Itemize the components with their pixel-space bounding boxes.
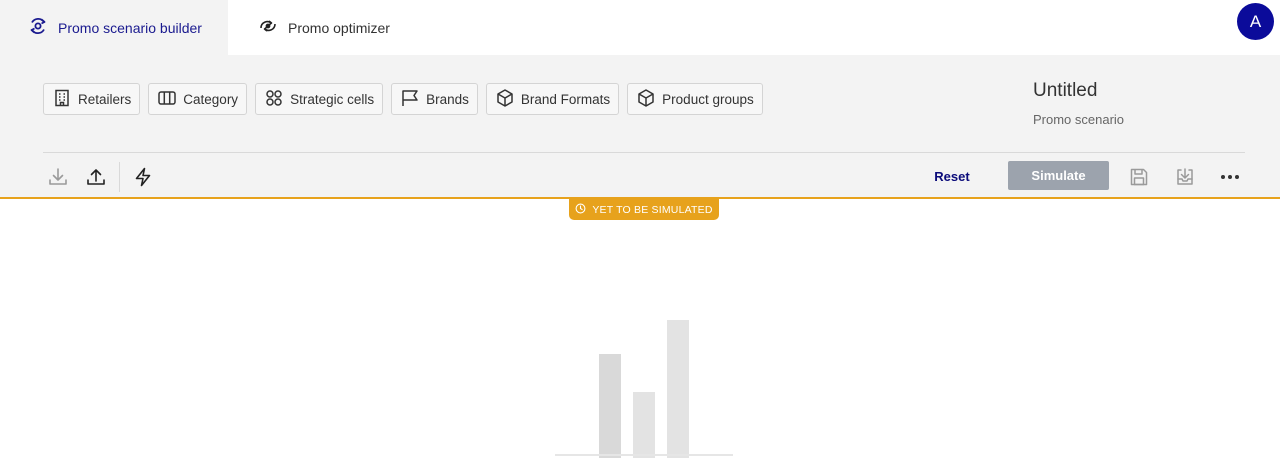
- cube-icon: [495, 88, 515, 111]
- filter-label: Brand Formats: [520, 91, 611, 107]
- lightning-icon[interactable]: [130, 164, 156, 190]
- grid-circles-icon: [264, 88, 284, 111]
- tab-label: Promo scenario builder: [58, 19, 202, 36]
- toolbar-divider: [119, 162, 120, 192]
- filter-brands-button[interactable]: Brands: [391, 83, 478, 115]
- filter-label: Product groups: [662, 91, 754, 107]
- scenario-title[interactable]: Untitled: [1033, 80, 1097, 102]
- placeholder-bar: [599, 354, 621, 458]
- filter-retailers-button[interactable]: Retailers: [43, 83, 141, 115]
- status-label: YET TO BE SIMULATED: [592, 203, 713, 216]
- filter-label: Strategic cells: [290, 91, 375, 107]
- filter-chips: Retailers Category Strategic cells Brand…: [43, 83, 763, 115]
- status-badge: YET TO BE SIMULATED: [569, 199, 719, 220]
- avatar[interactable]: A: [1237, 3, 1274, 40]
- upload-icon[interactable]: [83, 164, 109, 190]
- flag-icon: [400, 88, 420, 111]
- filter-category-button[interactable]: Category: [148, 83, 248, 115]
- more-icon[interactable]: [1217, 164, 1243, 190]
- tab-promo-scenario-builder[interactable]: Promo scenario builder: [0, 0, 228, 55]
- filter-label: Retailers: [78, 91, 132, 107]
- download-icon[interactable]: [45, 164, 71, 190]
- placeholder-baseline: [555, 454, 733, 456]
- divider: [43, 152, 1245, 153]
- scenario-subtitle: Promo scenario: [1033, 112, 1125, 127]
- placeholder-bar: [633, 392, 655, 458]
- building-icon: [52, 88, 72, 111]
- scenario-panel: Retailers Category Strategic cells Brand…: [0, 55, 1280, 198]
- optimizer-icon: [258, 16, 278, 39]
- save-icon[interactable]: [1126, 164, 1152, 190]
- tab-promo-optimizer[interactable]: Promo optimizer: [230, 0, 430, 55]
- reset-button[interactable]: Reset: [922, 162, 982, 190]
- simulate-button[interactable]: Simulate: [1008, 161, 1109, 190]
- download-tray-icon[interactable]: [1172, 164, 1198, 190]
- clock-icon: [575, 203, 586, 217]
- filter-brand-formats-button[interactable]: Brand Formats: [485, 83, 620, 115]
- columns-icon: [157, 88, 177, 111]
- empty-state-chart-illustration: [555, 320, 733, 458]
- scenario-builder-icon: [28, 16, 48, 39]
- top-tab-bar: Promo scenario builder Promo optimizer A: [0, 0, 1280, 55]
- placeholder-bar: [667, 320, 689, 458]
- cube-icon: [636, 88, 656, 111]
- filter-label: Category: [183, 91, 239, 107]
- tab-label: Promo optimizer: [288, 19, 390, 36]
- filter-strategic-cells-button[interactable]: Strategic cells: [255, 83, 384, 115]
- filter-label: Brands: [426, 91, 469, 107]
- filter-product-groups-button[interactable]: Product groups: [627, 83, 763, 115]
